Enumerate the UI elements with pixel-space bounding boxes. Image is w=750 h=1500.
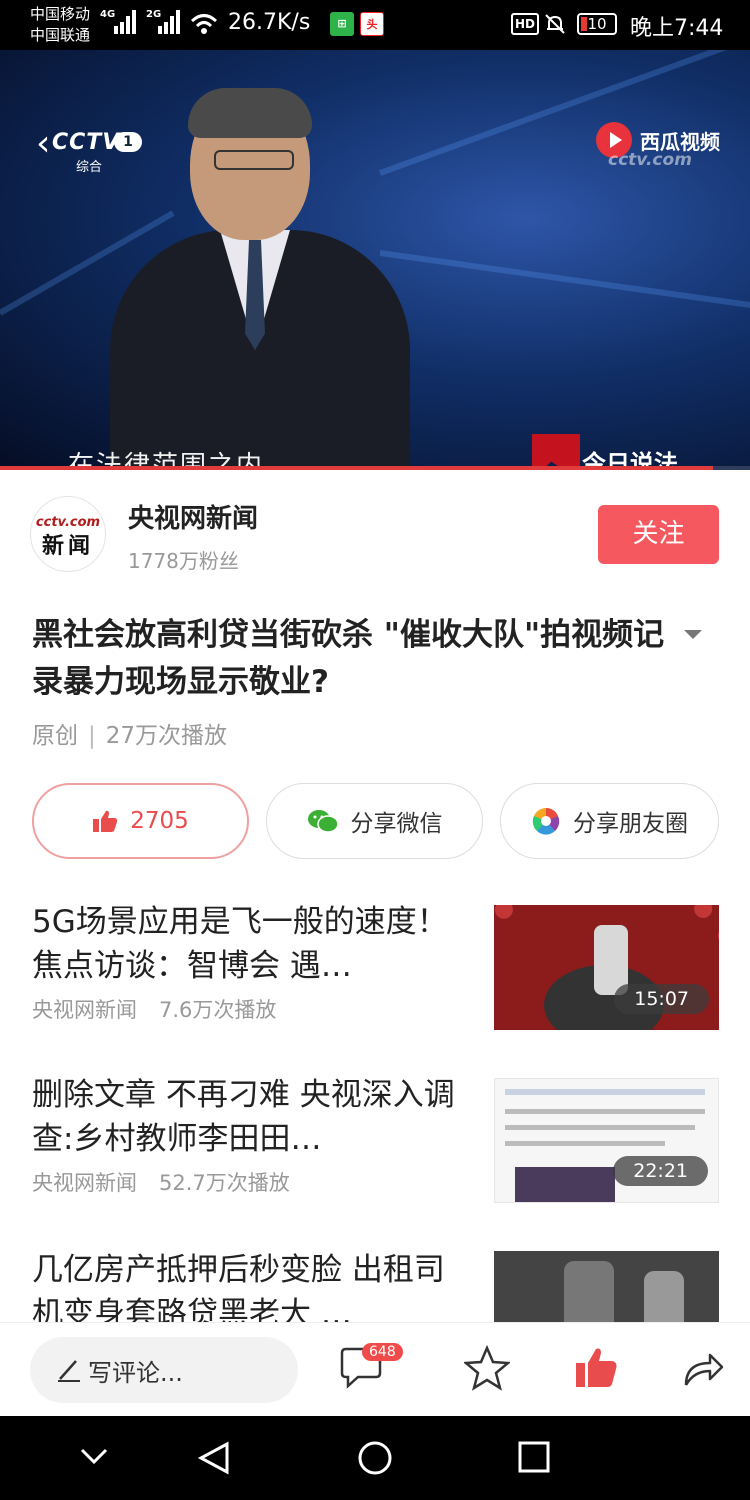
author-name[interactable]: 央视网新闻 — [128, 498, 258, 535]
meta-separator: | — [88, 723, 96, 749]
comment-placeholder: 写评论... — [88, 1358, 183, 1387]
author-avatar[interactable]: cctv.com 新闻 — [30, 496, 106, 572]
home-circle-icon[interactable] — [357, 1440, 393, 1476]
source-label: 原创 — [32, 723, 78, 749]
cctv-watermark: cctv.com — [608, 150, 692, 170]
video-meta: 原创 | 27万次播放 — [32, 716, 227, 750]
thumbs-up-icon — [93, 810, 118, 832]
system-navigation-bar — [0, 1416, 750, 1500]
hide-keyboard-chevron-icon[interactable] — [78, 1440, 110, 1472]
video-player[interactable]: ‹ CCTV 1 综合 西瓜视频 cctv.com 在法律范围之内 今日说法 — [0, 50, 750, 470]
moments-icon — [532, 808, 560, 835]
battery-icon: 10 — [577, 13, 617, 35]
like-button[interactable]: 2705 — [32, 783, 249, 859]
channel-number: 1 — [114, 132, 142, 152]
related-title: 5G场景应用是飞一般的速度！焦点访谈：智博会 遇… — [32, 904, 448, 984]
mute-bell-icon — [545, 14, 565, 34]
author-fans: 1778万粉丝 — [128, 549, 239, 573]
comment-count-badge: 648 — [362, 1343, 403, 1361]
channel-sub: 综合 — [76, 160, 103, 175]
related-plays: 52.7万次播放 — [159, 1171, 290, 1195]
share-moments-label: 分享朋友圈 — [573, 811, 688, 837]
recent-apps-square-icon[interactable] — [517, 1440, 551, 1474]
carrier-2: 中国联通 — [30, 26, 91, 44]
battery-level: 10 — [587, 15, 607, 33]
related-title: 删除文章 不再刁难 央视深入调查:乡村教师李田田… — [32, 1077, 455, 1157]
related-plays: 7.6万次播放 — [159, 998, 277, 1022]
related-thumbnail[interactable]: 22:21 — [494, 1078, 719, 1203]
related-meta: 央视网新闻 7.6万次播放 — [32, 994, 462, 1024]
wechat-icon — [307, 810, 339, 833]
signal-icon — [114, 10, 138, 34]
video-progress-bar[interactable] — [0, 466, 750, 470]
video-progress-fill — [0, 466, 713, 470]
channel-logo: CCTV — [52, 130, 121, 155]
play-count: 27万次播放 — [105, 723, 228, 749]
related-thumbnail[interactable] — [494, 1251, 719, 1322]
video-duration: 22:21 — [613, 1156, 708, 1186]
favorite-star-icon[interactable] — [464, 1345, 510, 1391]
related-item[interactable]: 删除文章 不再刁难 央视深入调查:乡村教师李田田… 央视网新闻 52.7万次播放 — [32, 1073, 462, 1197]
comment-input[interactable]: 写评论... — [30, 1337, 298, 1403]
pencil-icon — [58, 1360, 80, 1382]
share-wechat-label: 分享微信 — [350, 811, 443, 837]
clock: 晚上7:44 — [630, 16, 724, 41]
carrier-1: 中国移动 — [30, 5, 91, 23]
presenter-image — [110, 88, 410, 470]
like-thumbs-up-icon[interactable] — [574, 1345, 620, 1391]
related-author: 央视网新闻 — [32, 998, 137, 1022]
program-mark-icon — [532, 434, 580, 470]
signal-icon — [158, 10, 182, 34]
follow-button[interactable]: 关注 — [598, 505, 719, 564]
avatar-news-text: 新闻 — [41, 534, 94, 559]
network-type-1: 4G — [100, 9, 116, 20]
video-title: 黑社会放高利贷当街砍杀 "催收大队"拍视频记录暴力现场显示敬业? — [32, 617, 665, 700]
app-notification-icon: ⊞ — [330, 12, 354, 36]
share-wechat-button[interactable]: 分享微信 — [266, 783, 483, 859]
share-moments-button[interactable]: 分享朋友圈 — [500, 783, 719, 859]
bottom-action-bar: 写评论... 648 — [0, 1322, 750, 1416]
like-count: 2705 — [130, 808, 189, 834]
carriers: 中国移动 中国联通 — [30, 4, 90, 46]
status-bar: 中国移动 中国联通 4G 2G 26.7K/s ⊞ 头 HD 10 晚上7:44 — [0, 0, 750, 50]
share-arrow-icon[interactable] — [680, 1345, 726, 1391]
related-item[interactable]: 5G场景应用是飞一般的速度！焦点访谈：智博会 遇… 央视网新闻 7.6万次播放 — [32, 900, 462, 1024]
net-speed: 26.7K/s — [228, 10, 311, 35]
wifi-icon — [190, 14, 218, 34]
related-author: 央视网新闻 — [32, 1171, 137, 1195]
related-thumbnail[interactable]: 15:07 — [494, 905, 719, 1030]
expand-chevron-icon[interactable] — [684, 630, 702, 639]
toutiao-notification-icon: 头 — [360, 12, 384, 36]
video-duration: 15:07 — [614, 984, 709, 1014]
related-meta: 央视网新闻 52.7万次播放 — [32, 1167, 462, 1197]
hd-icon: HD — [511, 13, 540, 35]
back-triangle-icon[interactable] — [197, 1440, 233, 1476]
back-arrow-icon: ‹ — [36, 123, 51, 164]
